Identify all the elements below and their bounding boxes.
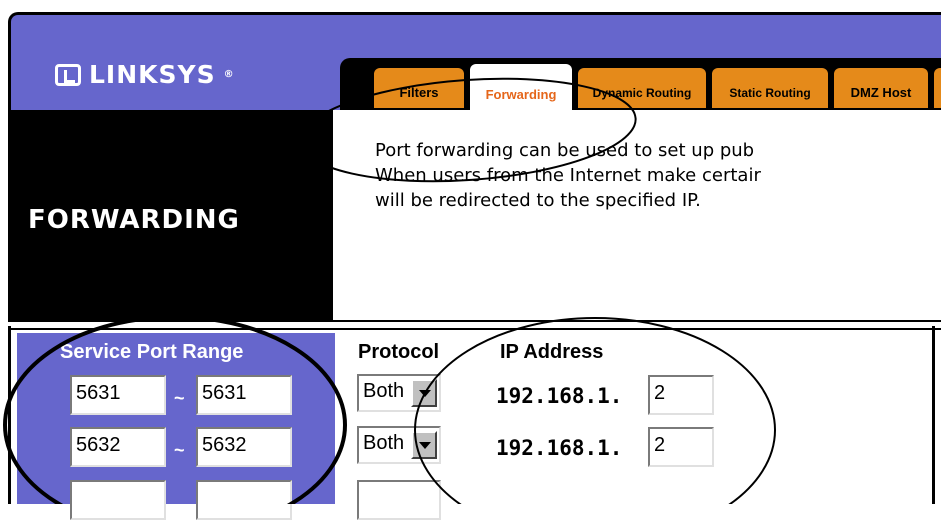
annotation-overlay [3, 77, 776, 504]
annotation-ellipse-ports [3, 315, 347, 504]
router-config-window: LINKSYS ® Filters Forwarding Dynamic Rout… [0, 0, 941, 520]
annotation-ellipse-ip [414, 317, 776, 504]
annotation-ellipse-tabs [299, 77, 637, 183]
